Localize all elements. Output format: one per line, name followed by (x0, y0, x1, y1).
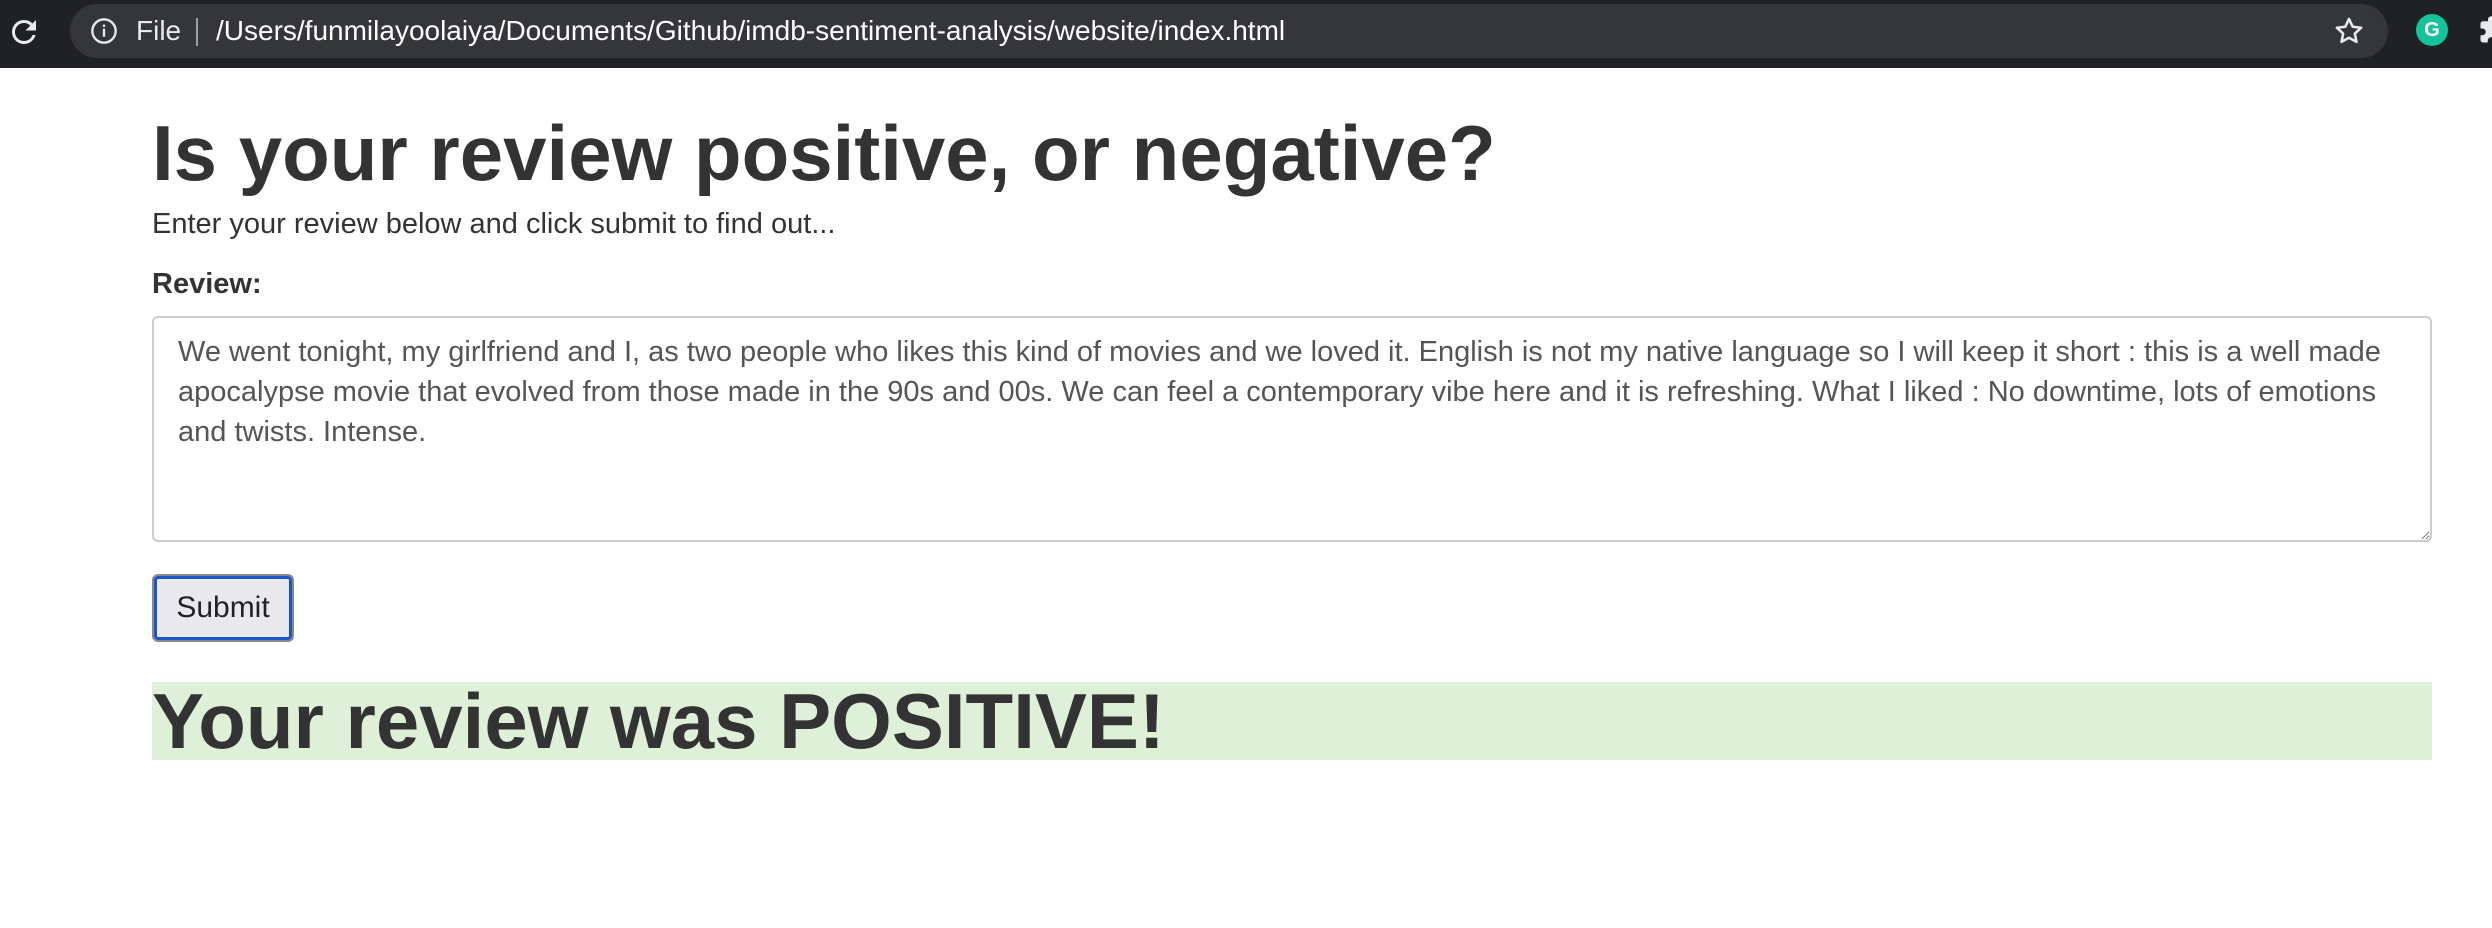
page-title: Is your review positive, or negative? (152, 109, 1496, 197)
info-icon[interactable] (90, 17, 118, 45)
review-label: Review: (152, 268, 262, 300)
submit-button[interactable]: Submit (152, 574, 294, 642)
browser-toolbar: File /Users/funmilayoolaiya/Documents/Gi… (0, 0, 2492, 68)
result-banner: Your review was POSITIVE! (152, 677, 2432, 765)
scheme-label: File (136, 15, 182, 46)
result-text: Your review was POSITIVE! (152, 677, 1165, 765)
reload-icon[interactable] (6, 14, 42, 50)
review-textarea[interactable]: We went tonight, my girlfriend and I, as… (152, 316, 2432, 542)
extensions-puzzle-icon[interactable] (2478, 14, 2492, 46)
url-text[interactable]: /Users/funmilayoolaiya/Documents/Github/… (216, 4, 1285, 58)
grammarly-extension-icon[interactable]: G (2416, 14, 2448, 46)
star-icon[interactable] (2332, 14, 2366, 48)
instruction-text: Enter your review below and click submit… (152, 208, 836, 240)
address-bar[interactable]: File /Users/funmilayoolaiya/Documents/Gi… (70, 4, 2388, 58)
scheme-divider (196, 18, 198, 46)
